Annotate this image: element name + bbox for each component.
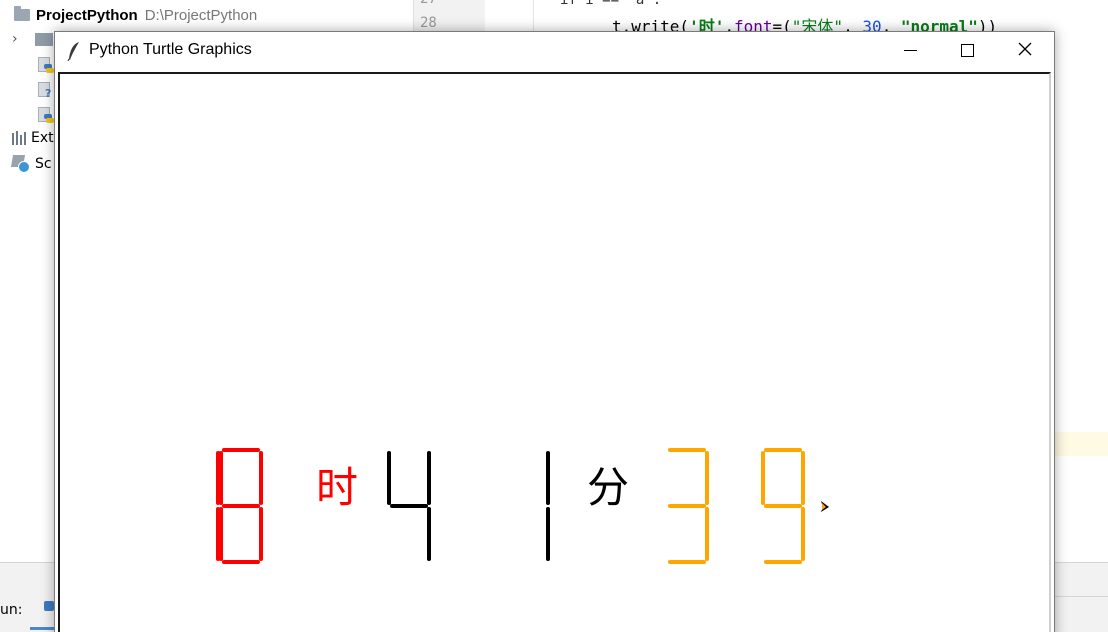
minimize-button[interactable] (880, 32, 938, 70)
project-path: D:\ProjectPython (144, 6, 258, 24)
unknown-file-icon[interactable]: ? (38, 82, 54, 100)
run-label: un: (0, 602, 23, 618)
chevron-right-icon[interactable]: › (12, 31, 18, 47)
window-title: Python Turtle Graphics (89, 41, 252, 58)
turtle-window[interactable]: Python Turtle Graphics 时 分 (54, 31, 1055, 632)
hour-char: 时 (316, 463, 358, 512)
feather-icon (67, 42, 79, 61)
close-button[interactable] (996, 32, 1054, 70)
title-bar[interactable]: Python Turtle Graphics (55, 32, 1054, 70)
python-file-icon[interactable] (38, 107, 54, 125)
folder-icon (35, 33, 53, 46)
gutter-separator (533, 0, 534, 34)
line-number: 28 (420, 15, 437, 31)
project-name: ProjectPython (36, 6, 138, 24)
code-line-previous[interactable]: if i == 'ä': (560, 0, 661, 8)
divider (1055, 596, 1108, 597)
maximize-button[interactable] (938, 32, 996, 70)
turtle-canvas[interactable]: 时 分 (60, 74, 1049, 632)
close-icon (1018, 42, 1032, 56)
current-line-highlight (1055, 432, 1108, 456)
external-libraries-label: Ext (31, 130, 54, 146)
project-root-item[interactable]: ProjectPython D:\ProjectPython (0, 3, 413, 27)
minute-char: 分 (587, 463, 629, 512)
scratches-label: Sc (35, 156, 52, 172)
python-run-icon[interactable] (44, 601, 54, 611)
clock-digits (216, 448, 805, 564)
line-number: 27 (420, 0, 437, 7)
scratches-clock-icon (10, 155, 32, 173)
run-tab-indicator (30, 627, 54, 630)
external-libraries-item[interactable]: Ext (12, 130, 54, 146)
folder-icon (14, 6, 30, 21)
python-file-icon[interactable] (38, 57, 54, 75)
turtle-canvas-frame: 时 分 (58, 72, 1051, 632)
library-bars-icon (12, 131, 26, 145)
scratches-item[interactable]: Sc (10, 155, 52, 173)
